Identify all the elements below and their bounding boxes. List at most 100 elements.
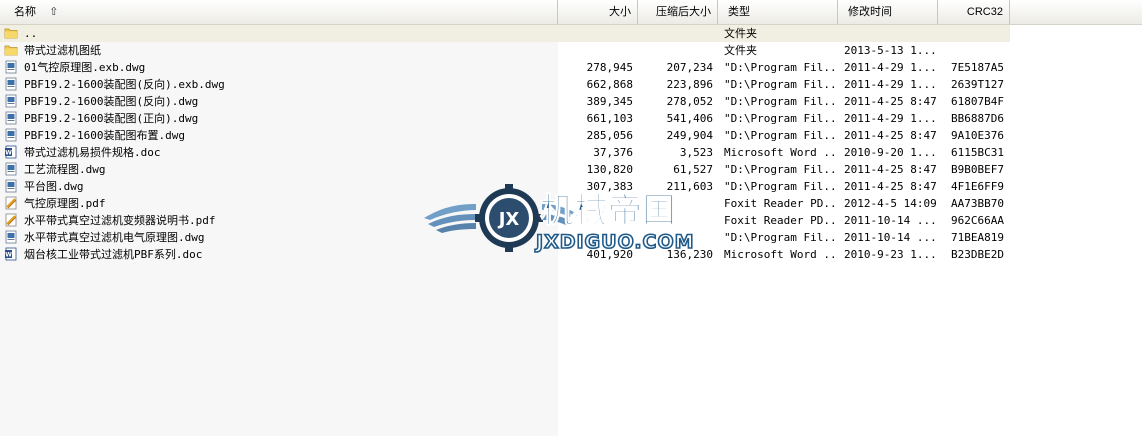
dwg-file-icon — [4, 179, 18, 193]
dwg-file-icon — [4, 94, 18, 108]
dwg-file-icon — [4, 230, 18, 244]
sort-up-arrow-icon: ⇧ — [49, 6, 59, 18]
file-modified: 2010-9-23 1... — [844, 248, 936, 261]
watermark-logo: JX 机械帝国 JXDIGUO.COM — [424, 184, 695, 254]
file-crc: 4F1E6FF9 — [951, 180, 1004, 193]
file-crc: B9B0BEF7 — [951, 163, 1004, 176]
header-crc-label: CRC32 — [966, 6, 1003, 18]
file-modified: 2013-5-13 1... — [844, 44, 936, 57]
file-name-cell: PBF19.2-1600装配图(反向).exb.dwg — [4, 76, 554, 93]
header-size-label: 大小 — [609, 6, 631, 18]
file-name: 带式过滤机易损件规格.doc — [24, 146, 161, 159]
file-size — [560, 25, 633, 42]
file-name: 气控原理图.pdf — [24, 197, 106, 210]
file-type: "D:\Program Fil... — [724, 180, 836, 193]
file-crc: 2639T127 — [951, 78, 1004, 91]
file-modified: 2011-4-25 8:47 — [844, 95, 936, 108]
file-crc: BB6887D6 — [951, 112, 1004, 125]
file-modified: 2011-10-14 ... — [844, 231, 936, 244]
file-row[interactable]: 工艺流程图.dwg 130,820 61,527 "D:\Program Fil...… — [0, 161, 1010, 178]
file-compressed-size: 207,234 — [666, 61, 713, 74]
file-name: 平台图.dwg — [24, 180, 84, 193]
file-modified: 2011-4-25 8:47 — [844, 163, 936, 176]
dwg-file-icon — [4, 128, 18, 142]
file-type: "D:\Program Fil... — [724, 163, 836, 176]
header-compressed-label: 压缩后大小 — [656, 6, 711, 18]
file-modified: 2011-4-29 1... — [844, 78, 936, 91]
file-type: Microsoft Word ... — [724, 248, 836, 261]
file-size: 285,056 — [586, 129, 633, 142]
file-type: "D:\Program Fil... — [724, 95, 836, 108]
file-compressed-size: 278,052 — [666, 95, 713, 108]
file-modified: 2011-4-25 8:47 — [844, 129, 936, 142]
file-compressed-size: 223,896 — [666, 78, 713, 91]
file-modified: 2011-4-25 8:47 — [844, 180, 936, 193]
file-crc: 6115BC31 — [951, 146, 1004, 159]
header-name-label: 名称 — [14, 6, 36, 18]
file-type: Microsoft Word ... — [724, 146, 836, 159]
file-crc: 9A10E376 — [951, 129, 1004, 142]
dwg-file-icon — [4, 111, 18, 125]
file-name: 带式过滤机图纸 — [24, 44, 101, 57]
word-doc-icon: W — [4, 247, 18, 261]
file-row[interactable]: PBF19.2-1600装配图(反向).exb.dwg 662,868 223,89… — [0, 76, 1010, 93]
dwg-file-icon — [4, 162, 18, 176]
svg-text:W: W — [5, 150, 12, 157]
file-type: "D:\Program Fil... — [724, 231, 836, 244]
file-size: 278,945 — [586, 61, 633, 74]
watermark-url: JXDIGUO.COM — [534, 231, 695, 253]
file-name-cell: 带式过滤机图纸 — [4, 42, 554, 59]
file-type: "D:\Program Fil... — [724, 61, 836, 74]
header-size[interactable]: 大小 — [558, 0, 638, 24]
file-size: 37,376 — [593, 146, 633, 159]
file-name: 水平带式真空过滤机变频器说明书.pdf — [24, 214, 216, 227]
file-crc — [938, 25, 1004, 42]
file-size: 661,103 — [586, 112, 633, 125]
file-row[interactable]: 01气控原理图.exb.dwg 278,945 207,234 "D:\Program… — [0, 59, 1010, 76]
file-row[interactable]: PBF19.2-1600装配图布置.dwg 285,056 249,904 "D:\P… — [0, 127, 1010, 144]
file-compressed-size: 61,527 — [673, 163, 713, 176]
file-modified — [844, 25, 936, 42]
file-name-cell: W 带式过滤机易损件规格.doc — [4, 144, 554, 161]
header-type[interactable]: 类型 — [718, 0, 838, 24]
file-compressed-size: 249,904 — [666, 129, 713, 142]
file-size: 662,868 — [586, 78, 633, 91]
file-crc: 962C66AA — [951, 214, 1004, 227]
file-modified: 2011-4-29 1... — [844, 61, 936, 74]
file-size: 130,820 — [586, 163, 633, 176]
file-name-cell: PBF19.2-1600装配图(反向).dwg — [4, 93, 554, 110]
dwg-file-icon — [4, 77, 18, 91]
file-modified: 2010-9-20 1... — [844, 146, 936, 159]
file-type: Foxit Reader PD... — [724, 197, 836, 210]
file-name: 01气控原理图.exb.dwg — [24, 61, 146, 74]
svg-text:W: W — [5, 252, 12, 259]
file-name-cell: PBF19.2-1600装配图布置.dwg — [4, 127, 554, 144]
header-modified[interactable]: 修改时间 — [838, 0, 938, 24]
file-crc: AA73BB70 — [951, 197, 1004, 210]
file-row[interactable]: 带式过滤机图纸 文件夹 2013-5-13 1... — [0, 42, 1010, 59]
header-name[interactable]: 名称 ⇧ — [0, 0, 558, 24]
file-name: PBF19.2-1600装配图(反向).dwg — [24, 95, 199, 108]
header-crc[interactable]: CRC32 — [938, 0, 1010, 24]
dwg-file-icon — [4, 60, 18, 74]
file-compressed-size — [636, 42, 713, 59]
file-row[interactable]: PBF19.2-1600装配图(正向).dwg 661,103 541,406 "D:… — [0, 110, 1010, 127]
file-crc: 61807B4F — [951, 95, 1004, 108]
header-compressed[interactable]: 压缩后大小 — [638, 0, 718, 24]
file-modified: 2011-10-14 ... — [844, 214, 936, 227]
file-row[interactable]: W 带式过滤机易损件规格.doc 37,376 3,523 Microsoft Word… — [0, 144, 1010, 161]
file-compressed-size: 541,406 — [666, 112, 713, 125]
file-type: "D:\Program Fil... — [724, 129, 836, 142]
word-doc-icon: W — [4, 145, 18, 159]
file-row[interactable]: .. 文件夹 — [0, 25, 1010, 42]
column-header-bar: 名称 ⇧ 大小 压缩后大小 类型 修改时间 CRC32 — [0, 0, 1142, 25]
file-name: 烟台核工业带式过滤机PBF系列.doc — [24, 248, 203, 261]
header-type-label: 类型 — [728, 6, 750, 18]
file-row[interactable]: PBF19.2-1600装配图(反向).dwg 389,345 278,052 "D:… — [0, 93, 1010, 110]
file-crc — [938, 42, 1004, 59]
file-name: PBF19.2-1600装配图(正向).dwg — [24, 112, 199, 125]
file-size — [560, 42, 633, 59]
file-crc: B23DBE2D — [951, 248, 1004, 261]
file-type: "D:\Program Fil... — [724, 112, 836, 125]
file-name: 水平带式真空过滤机电气原理图.dwg — [24, 231, 205, 244]
